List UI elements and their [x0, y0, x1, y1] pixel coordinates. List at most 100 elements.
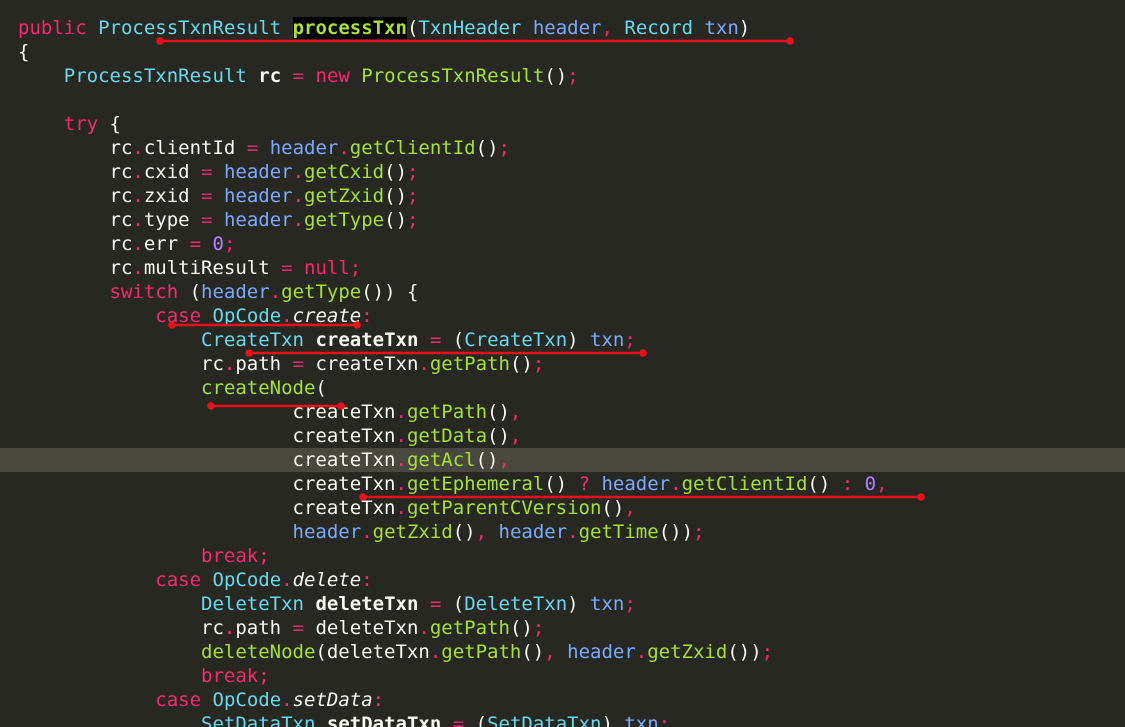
code-token: .	[418, 353, 430, 375]
code-line[interactable]: rc.type = header.getType();	[0, 208, 1125, 232]
code-token: (	[441, 329, 465, 351]
code-token: .	[395, 497, 407, 519]
code-token: getPath	[429, 617, 510, 639]
code-line[interactable]: try {	[0, 112, 1125, 136]
code-line[interactable]: case OpCode.delete:	[0, 568, 1125, 592]
code-line[interactable]: public ProcessTxnResult processTxn(TxnHe…	[0, 16, 1125, 40]
code-token: OpCode	[212, 689, 282, 711]
code-token: rc	[18, 185, 133, 207]
code-token: getParentCVersion	[406, 497, 602, 519]
code-line[interactable]: DeleteTxn deleteTxn = (DeleteTxn) txn;	[0, 592, 1125, 616]
code-line[interactable]: createNode(	[0, 376, 1125, 400]
code-line[interactable]: header.getZxid(), header.getTime());	[0, 520, 1125, 544]
code-token: try	[63, 113, 99, 135]
code-line[interactable]: createTxn.getAcl(),	[0, 448, 1125, 472]
code-line[interactable]: createTxn.getParentCVersion(),	[0, 496, 1125, 520]
code-token: getClientId	[681, 473, 808, 495]
code-token: getZxid	[304, 185, 385, 207]
code-line[interactable]: rc.err = 0;	[0, 232, 1125, 256]
code-token: createTxn	[18, 497, 396, 519]
code-token: (	[441, 593, 465, 615]
code-line[interactable]: rc.cxid = header.getCxid();	[0, 160, 1125, 184]
code-line[interactable]: {	[0, 40, 1125, 64]
code-token: ())	[727, 641, 762, 663]
code-token: zxid	[143, 185, 202, 207]
code-token: CreateTxn	[201, 329, 304, 351]
code-token: .	[395, 449, 407, 471]
code-token: break	[201, 545, 259, 567]
code-token: {	[98, 113, 121, 135]
code-token: ,	[624, 497, 636, 519]
code-token: ()	[487, 401, 510, 423]
code-token: deleteNode	[201, 641, 316, 663]
code-line[interactable]: rc.path = createTxn.getPath();	[0, 352, 1125, 376]
code-line[interactable]: createTxn.getPath(),	[0, 400, 1125, 424]
code-token: header	[292, 521, 362, 543]
code-line[interactable]: case OpCode.create:	[0, 304, 1125, 328]
code-token: .	[361, 521, 373, 543]
code-line[interactable]: break;	[0, 664, 1125, 688]
code-line[interactable]: switch (header.getType()) {	[0, 280, 1125, 304]
code-token: :	[841, 473, 854, 495]
code-token: SetDataTxn	[487, 713, 602, 727]
code-line[interactable]: ProcessTxnResult rc = new ProcessTxnResu…	[0, 64, 1125, 88]
code-token: .	[292, 209, 305, 231]
code-token: ProcessTxnResult	[98, 17, 282, 39]
code-line[interactable]	[0, 88, 1125, 112]
code-token: ;	[223, 233, 236, 255]
code-token: .	[395, 425, 407, 447]
code-token: .	[292, 161, 305, 183]
code-token: ,	[509, 425, 522, 447]
code-line[interactable]: rc.path = deleteTxn.getPath();	[0, 616, 1125, 640]
code-token: txn	[624, 713, 659, 727]
code-line[interactable]: createTxn.getEphemeral() ? header.getCli…	[0, 472, 1125, 496]
code-token: :	[372, 689, 385, 711]
code-line[interactable]: rc.clientId = header.getClientId();	[0, 136, 1125, 160]
code-token: txn	[590, 329, 625, 351]
code-token: ()	[544, 473, 579, 495]
code-token: DeleteTxn	[201, 593, 304, 615]
code-token: :	[361, 305, 373, 327]
code-token: .	[281, 569, 293, 591]
code-token: ;	[532, 617, 545, 639]
code-line[interactable]: CreateTxn createTxn = (CreateTxn) txn;	[0, 328, 1125, 352]
code-token: getTime	[578, 521, 659, 543]
code-token: )	[738, 17, 751, 39]
code-line[interactable]: rc.multiResult = null;	[0, 256, 1125, 280]
code-token: clientId	[143, 137, 247, 159]
code-token: .	[132, 185, 144, 207]
code-token: (	[406, 17, 419, 39]
code-line[interactable]: SetDataTxn setDataTxn = (SetDataTxn) txn…	[0, 712, 1125, 727]
code-token: getType	[281, 281, 362, 303]
code-line[interactable]: break;	[0, 544, 1125, 568]
code-token: Record	[624, 17, 694, 39]
code-token: rc	[18, 209, 133, 231]
code-token: header	[223, 185, 293, 207]
code-line[interactable]: rc.zxid = header.getZxid();	[0, 184, 1125, 208]
code-editor[interactable]: public ProcessTxnResult processTxn(TxnHe…	[0, 0, 1125, 727]
code-token: ()	[475, 449, 499, 471]
code-token: delete	[292, 569, 362, 591]
code-token: ()) {	[361, 281, 419, 303]
code-line[interactable]: createTxn.getData(),	[0, 424, 1125, 448]
code-line[interactable]: deleteNode(deleteTxn.getPath(), header.g…	[0, 640, 1125, 664]
code-line[interactable]: case OpCode.setData:	[0, 688, 1125, 712]
code-token: ProcessTxnResult	[361, 65, 545, 87]
code-token: rc	[18, 233, 133, 255]
code-token: ()	[521, 641, 545, 663]
code-token: .	[281, 305, 293, 327]
